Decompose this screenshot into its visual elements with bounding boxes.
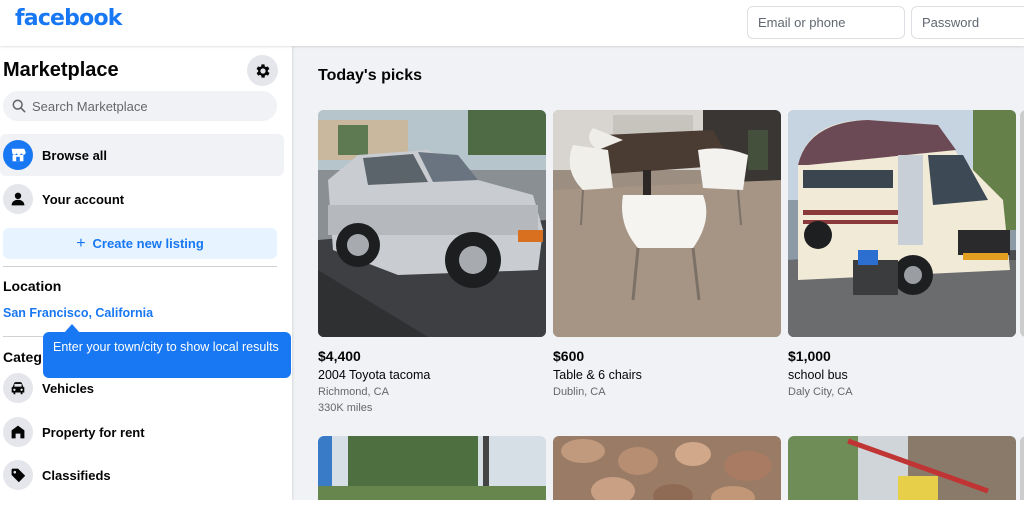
search-icon: [12, 99, 26, 113]
bottom-edge: [0, 500, 1024, 512]
tag-icon: [3, 460, 33, 490]
password-field[interactable]: [911, 6, 1024, 39]
listing-price: $4,400: [318, 348, 361, 364]
category-classifieds-label: Classifieds: [42, 467, 111, 483]
listing-mileage: 330K miles: [318, 402, 373, 414]
location-heading: Location: [3, 278, 62, 294]
page-title: Marketplace: [3, 59, 119, 81]
nav-your-account[interactable]: Your account: [0, 178, 284, 220]
listing-photo-partial[interactable]: [318, 436, 546, 500]
listing-photo-bus: [788, 110, 1016, 337]
nav-browse-all[interactable]: Browse all: [0, 134, 284, 176]
category-property-for-rent[interactable]: Property for rent: [0, 411, 284, 453]
gear-icon: [256, 63, 270, 78]
top-bar: facebook: [0, 0, 1024, 46]
main-content: Today's picks $4,400 2004 Toyota tacoma …: [292, 46, 1024, 500]
category-property-label: Property for rent: [42, 424, 145, 440]
listing-photo-partial[interactable]: [788, 436, 1016, 500]
listing-title: 2004 Toyota tacoma: [318, 368, 431, 382]
search-bar[interactable]: [3, 91, 277, 121]
listing-price: $600: [553, 348, 585, 364]
listing-card[interactable]: $1,000 school bus Daly City, CA: [788, 110, 1016, 398]
categories-heading: Categ: [3, 349, 42, 365]
listing-location: Dublin, CA: [553, 386, 606, 398]
person-icon: [3, 184, 33, 214]
storefront-icon: [3, 140, 33, 170]
listing-photo-partial[interactable]: [1020, 436, 1024, 500]
create-listing-button[interactable]: + Create new listing: [3, 228, 277, 259]
listing-price: $1,000: [788, 348, 831, 364]
house-icon: [3, 417, 33, 447]
create-listing-label: Create new listing: [92, 236, 204, 251]
facebook-logo[interactable]: facebook: [15, 6, 122, 31]
divider: [3, 266, 277, 267]
nav-your-account-label: Your account: [42, 191, 125, 207]
location-link[interactable]: San Francisco, California: [3, 306, 153, 320]
search-input[interactable]: [32, 98, 262, 114]
category-classifieds[interactable]: Classifieds: [0, 454, 284, 496]
listing-photo-partial[interactable]: [1020, 110, 1024, 337]
listing-location: Richmond, CA: [318, 386, 389, 398]
listing-card[interactable]: $600 Table & 6 chairs Dublin, CA: [553, 110, 781, 398]
email-field[interactable]: [747, 6, 905, 39]
listing-location: Daly City, CA: [788, 386, 853, 398]
listing-title: school bus: [788, 368, 848, 382]
plus-icon: +: [76, 234, 86, 252]
listing-photo-table: [553, 110, 781, 337]
location-tooltip: Enter your town/city to show local resul…: [43, 332, 291, 378]
section-title: Today's picks: [318, 67, 422, 84]
listing-photo-partial[interactable]: [553, 436, 781, 500]
listing-title: Table & 6 chairs: [553, 368, 642, 382]
sidebar: Marketplace Browse all Your ac: [0, 46, 292, 500]
settings-button[interactable]: [247, 55, 278, 86]
listing-photo-truck: [318, 110, 546, 337]
nav-browse-all-label: Browse all: [42, 147, 108, 163]
car-icon: [3, 373, 33, 403]
category-vehicles-label: Vehicles: [42, 380, 95, 396]
listing-card[interactable]: $4,400 2004 Toyota tacoma Richmond, CA 3…: [318, 110, 546, 414]
